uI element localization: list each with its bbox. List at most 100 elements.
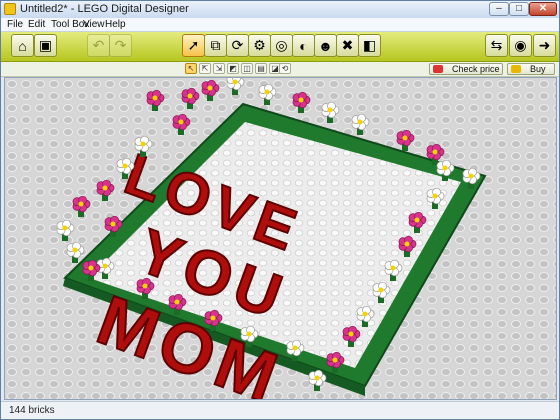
building-guide-button[interactable]: ➜ <box>533 34 556 57</box>
flower-center <box>378 287 384 293</box>
flower-center <box>468 173 474 179</box>
flex-tool[interactable]: ◎ <box>270 34 293 57</box>
group-select-button[interactable]: ⟲ <box>279 63 291 74</box>
multi-select-icon: ⇱ <box>201 64 209 73</box>
menu-bar: File Edit Tool Box View Help <box>1 18 559 32</box>
undo-button[interactable]: ↶ <box>87 34 110 57</box>
menu-file[interactable]: File <box>7 18 23 31</box>
check-price-button[interactable]: Check price <box>429 63 503 75</box>
flower-center <box>357 119 363 125</box>
delete-icon: ✖ <box>341 37 354 53</box>
flower-center <box>362 311 368 317</box>
delete-tool[interactable]: ✖ <box>336 34 359 57</box>
hinge-align-icon: ⚙ <box>253 37 266 53</box>
hinge-align-tool[interactable]: ⚙ <box>248 34 271 57</box>
scene-view: LOVEYOUMOM <box>5 78 556 399</box>
lego-app-icon <box>4 3 16 15</box>
price-tag-icon <box>433 65 443 73</box>
main-toolbar: ⌂ ▣ ↶ ↷ ➚ ⧉ ⟳ ⚙ ◎ ◐ ☻ ✖ ◧ ⇆ ◉ ➜ <box>1 32 559 62</box>
buy-button[interactable]: Buy <box>507 63 555 75</box>
flower-center <box>110 221 116 227</box>
selection-toolbar: Check price Buy ↖ ⇱ ⇲ ◩ ◫ ▤ ◪ ⟲ <box>1 62 559 77</box>
save-button[interactable]: ▣ <box>34 34 57 57</box>
menu-edit[interactable]: Edit <box>28 18 45 31</box>
flower-center <box>404 241 410 247</box>
save-icon: ▣ <box>38 37 53 53</box>
hinge-icon: ⟳ <box>231 37 244 53</box>
select-tool[interactable]: ➚ <box>182 34 205 57</box>
maximize-button[interactable]: □ <box>509 2 529 16</box>
flower-center <box>292 345 298 351</box>
flower-center <box>122 163 128 169</box>
flower-center <box>298 97 304 103</box>
shopping-cart-icon <box>511 65 521 73</box>
redo-button[interactable]: ↷ <box>109 34 132 57</box>
check-price-label: Check price <box>452 64 500 74</box>
connected-select-icon: ⇲ <box>215 64 223 73</box>
buy-label: Buy <box>530 64 546 74</box>
decoration-tool[interactable]: ☻ <box>314 34 337 57</box>
same-brick-select-icon: ▤ <box>257 64 265 73</box>
flower-center <box>210 315 216 321</box>
flower-center <box>332 357 338 363</box>
paint-tool[interactable]: ◐ <box>292 34 315 57</box>
flower-center <box>140 141 146 147</box>
invert-select-icon: ◪ <box>271 64 279 73</box>
flower-center <box>178 119 184 125</box>
flower-center <box>246 331 252 337</box>
paint-bucket-icon: ◐ <box>299 37 308 54</box>
same-brick-select-mode[interactable]: ▤ <box>255 63 267 74</box>
flower-center <box>442 165 448 171</box>
flower-center <box>207 85 213 91</box>
connected-select-mode[interactable]: ⇲ <box>213 63 225 74</box>
hide-brick-icon: ◧ <box>362 37 377 53</box>
flower-center <box>187 93 193 99</box>
flower-center <box>232 79 238 85</box>
cursor-arrow-icon: ➚ <box>187 37 200 53</box>
minimize-button[interactable]: – <box>489 2 509 16</box>
view-mode-button[interactable]: ◉ <box>509 34 532 57</box>
shape-select-icon: ◫ <box>243 64 251 73</box>
single-select-icon: ↖ <box>187 64 195 73</box>
brick-count: 144 bricks <box>9 405 55 416</box>
build-mode-button[interactable]: ⇆ <box>485 34 508 57</box>
flower-center <box>142 283 148 289</box>
flower-center <box>62 225 68 231</box>
build-mode-icon: ⇆ <box>490 37 503 53</box>
group-select-icon: ⟲ <box>281 64 289 73</box>
flower-center <box>390 265 396 271</box>
menu-help[interactable]: Help <box>105 18 126 31</box>
hinge-tool[interactable]: ⟳ <box>226 34 249 57</box>
flower-center <box>402 135 408 141</box>
app-window: Untitled2* - LEGO Digital Designer – □ ✕… <box>0 0 560 420</box>
home-button[interactable]: ⌂ <box>11 34 34 57</box>
single-select-mode[interactable]: ↖ <box>185 63 197 74</box>
flower-center <box>88 265 94 271</box>
build-canvas[interactable]: LOVE YOU MOM <box>4 77 557 400</box>
close-button[interactable]: ✕ <box>529 2 557 16</box>
view-mode-icon: ◉ <box>514 37 527 53</box>
redo-icon: ↷ <box>114 37 127 53</box>
home-icon: ⌂ <box>18 37 27 54</box>
window-title: Untitled2* - LEGO Digital Designer <box>20 3 189 15</box>
title-bar: Untitled2* - LEGO Digital Designer – □ ✕ <box>1 1 559 19</box>
flower-center <box>102 185 108 191</box>
flower-center <box>348 331 354 337</box>
clone-tool[interactable]: ⧉ <box>204 34 227 57</box>
flower-center <box>72 247 78 253</box>
status-bar: 144 bricks <box>1 401 559 419</box>
building-guide-icon: ➜ <box>538 37 551 53</box>
menu-view[interactable]: View <box>83 18 105 31</box>
color-select-mode[interactable]: ◩ <box>227 63 239 74</box>
flower-center <box>174 299 180 305</box>
flower-center <box>78 201 84 207</box>
multi-select-mode[interactable]: ⇱ <box>199 63 211 74</box>
hide-tool[interactable]: ◧ <box>358 34 381 57</box>
flower-center <box>314 375 320 381</box>
shape-select-mode[interactable]: ◫ <box>241 63 253 74</box>
flower-center <box>327 107 333 113</box>
flex-icon: ◎ <box>275 37 288 53</box>
undo-icon: ↶ <box>92 37 105 53</box>
color-select-icon: ◩ <box>229 64 237 73</box>
clone-icon: ⧉ <box>210 37 221 53</box>
